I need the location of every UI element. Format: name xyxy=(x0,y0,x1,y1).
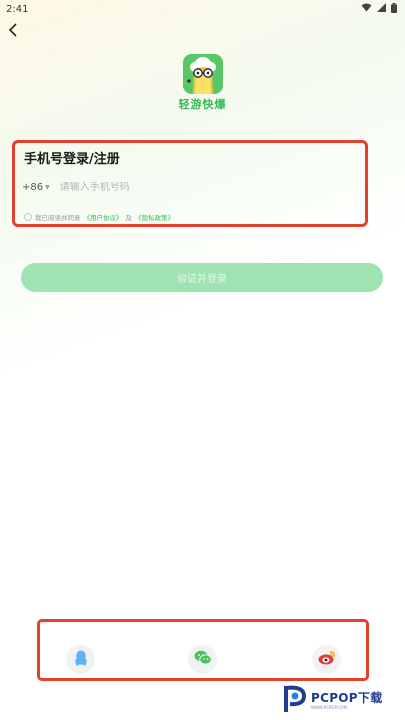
social-login-panel xyxy=(37,619,369,681)
privacy-policy-link[interactable]: 《隐私政策》 xyxy=(135,212,174,222)
status-bar: 2:41 xyxy=(0,0,405,18)
login-title: 手机号登录/注册 xyxy=(24,152,120,167)
country-code-selector[interactable]: +86 xyxy=(22,182,43,193)
chevron-down-icon[interactable]: ▼ xyxy=(45,184,50,191)
phone-login-panel: 手机号登录/注册 +86 ▼ 我已阅读并同意 《用户协议》 及 《隐私政策》 xyxy=(12,140,368,227)
back-button[interactable] xyxy=(4,22,22,40)
wechat-login-button[interactable] xyxy=(188,645,217,674)
watermark-subtext: WWW.PCPOP.COM xyxy=(311,705,347,710)
weibo-icon xyxy=(318,650,336,669)
qq-login-button[interactable] xyxy=(66,645,95,674)
battery-icon xyxy=(391,2,397,16)
wifi-icon xyxy=(361,3,372,15)
sheep-mascot-icon xyxy=(183,54,223,94)
wechat-icon xyxy=(194,650,212,669)
watermark-text-group: PCPOP下载 WWW.PCPOP.COM xyxy=(311,692,383,710)
status-time: 2:41 xyxy=(6,3,29,15)
signal-icon xyxy=(377,3,386,15)
chevron-left-icon xyxy=(8,22,18,41)
app-logo xyxy=(183,54,223,94)
app-name: 轻游快爆 xyxy=(178,98,227,111)
phone-row: +86 ▼ xyxy=(22,179,260,195)
phone-input[interactable] xyxy=(59,181,260,193)
pcpop-logo-icon xyxy=(282,684,308,718)
status-icons xyxy=(361,2,397,16)
agreement-checkbox[interactable] xyxy=(24,213,32,221)
qq-icon xyxy=(74,650,88,670)
agreement-row: 我已阅读并同意 《用户协议》 及 《隐私政策》 xyxy=(24,212,174,222)
agreement-prefix: 我已阅读并同意 xyxy=(35,214,81,222)
user-agreement-link[interactable]: 《用户协议》 xyxy=(84,212,123,222)
verify-login-button[interactable]: 验证并登录 xyxy=(21,263,383,292)
watermark-text: PCPOP下载 xyxy=(311,691,383,705)
weibo-login-button[interactable] xyxy=(312,645,341,674)
agreement-join: 及 xyxy=(125,214,133,222)
pcpop-watermark: PCPOP下载 WWW.PCPOP.COM xyxy=(282,684,404,718)
